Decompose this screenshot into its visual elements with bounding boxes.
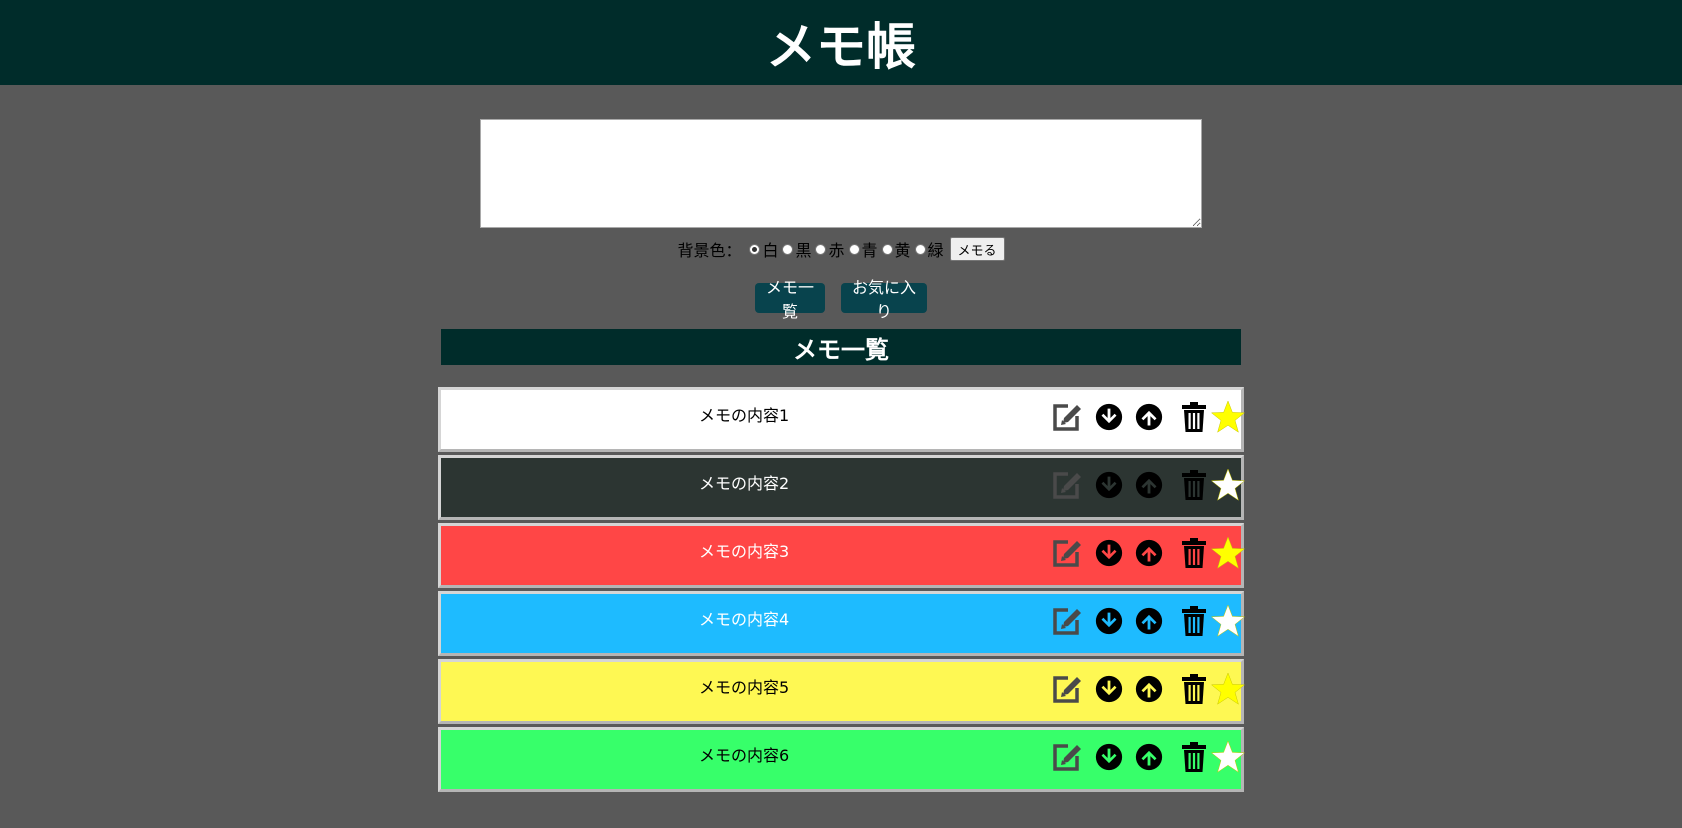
radio-white-label: 白 [762, 241, 779, 260]
star-icon[interactable] [1211, 536, 1245, 570]
radio-yellow-label: 黄 [894, 241, 911, 260]
arrow-up-circle-icon[interactable] [1132, 604, 1166, 638]
arrow-up-circle-icon[interactable] [1132, 672, 1166, 706]
arrow-up-circle-icon[interactable] [1132, 400, 1166, 434]
arrow-down-circle-icon[interactable] [1092, 536, 1126, 570]
star-icon[interactable] [1211, 604, 1245, 638]
radio-green-label: 緑 [927, 241, 944, 260]
trash-icon[interactable] [1177, 740, 1211, 774]
memo-item: メモの内容6 [438, 727, 1245, 792]
edit-icon[interactable] [1050, 536, 1084, 570]
star-icon[interactable] [1211, 400, 1245, 434]
memo-item: メモの内容4 [438, 591, 1245, 656]
radio-blue[interactable] [848, 243, 860, 255]
edit-icon[interactable] [1050, 604, 1084, 638]
radio-red[interactable] [815, 243, 827, 255]
trash-icon[interactable] [1177, 468, 1211, 502]
radio-black-label: 黒 [795, 241, 812, 260]
memo-text: メモの内容5 [699, 678, 790, 697]
memo-item: メモの内容1 [438, 387, 1245, 452]
arrow-up-circle-icon[interactable] [1132, 740, 1166, 774]
trash-icon[interactable] [1177, 400, 1211, 434]
bg-option-blue[interactable]: 青 [848, 237, 878, 261]
bg-option-red[interactable]: 赤 [815, 237, 845, 261]
bg-color-label: 背景色： [677, 241, 742, 260]
memo-item: メモの内容5 [438, 659, 1245, 724]
edit-icon[interactable] [1050, 468, 1084, 502]
memo-text: メモの内容1 [699, 406, 790, 425]
edit-icon[interactable] [1050, 672, 1084, 706]
arrow-down-circle-icon[interactable] [1092, 740, 1126, 774]
memo-item: メモの内容2 [438, 455, 1245, 520]
radio-blue-label: 青 [861, 241, 878, 260]
trash-icon[interactable] [1177, 604, 1211, 638]
memo-list-button[interactable]: メモ一覧 [755, 278, 825, 321]
radio-black[interactable] [782, 243, 794, 255]
memo-text: メモの内容4 [699, 610, 790, 629]
arrow-down-circle-icon[interactable] [1092, 672, 1126, 706]
memo-text: メモの内容3 [699, 542, 790, 561]
app-title: メモ帳 [766, 17, 916, 76]
radio-red-label: 赤 [828, 241, 845, 260]
bg-option-white[interactable]: 白 [749, 237, 778, 261]
star-icon[interactable] [1211, 468, 1245, 502]
memo-text: メモの内容6 [699, 746, 790, 765]
trash-icon[interactable] [1177, 536, 1211, 570]
arrow-down-circle-icon[interactable] [1092, 468, 1126, 502]
memo-text: メモの内容2 [699, 474, 790, 493]
radio-green[interactable] [914, 243, 926, 255]
bg-option-black[interactable]: 黒 [782, 237, 811, 261]
trash-icon[interactable] [1177, 672, 1211, 706]
app-header: メモ帳 [0, 0, 1682, 85]
arrow-up-circle-icon[interactable] [1132, 536, 1166, 570]
star-icon[interactable] [1211, 740, 1245, 774]
arrow-down-circle-icon[interactable] [1092, 400, 1126, 434]
favorites-button[interactable]: お気に入り [841, 278, 927, 321]
submit-memo-button[interactable]: メモる [949, 237, 1005, 261]
edit-icon[interactable] [1050, 740, 1084, 774]
arrow-up-circle-icon[interactable] [1132, 468, 1166, 502]
bg-option-yellow[interactable]: 黄 [881, 237, 911, 261]
star-icon[interactable] [1211, 672, 1245, 706]
memo-list-title: メモ一覧 [441, 329, 1241, 365]
memo-item: メモの内容3 [438, 523, 1245, 588]
bg-color-selector: 背景色： 白 黒 赤 青 黄 緑 メモる [0, 236, 1682, 262]
radio-yellow[interactable] [881, 243, 893, 255]
memo-input[interactable] [480, 119, 1202, 228]
arrow-down-circle-icon[interactable] [1092, 604, 1126, 638]
radio-white[interactable] [749, 243, 761, 255]
bg-option-green[interactable]: 緑 [914, 237, 944, 261]
edit-icon[interactable] [1050, 400, 1084, 434]
